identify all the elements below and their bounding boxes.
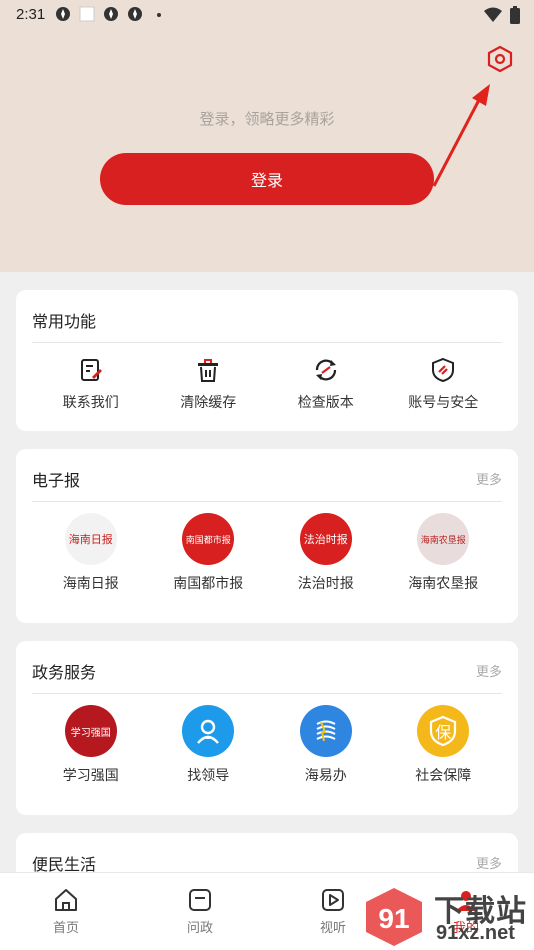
item-label: 清除缓存	[180, 394, 237, 410]
more-link[interactable]: 更多	[476, 661, 502, 680]
item-label: 学习强国	[62, 767, 119, 783]
home-icon	[55, 889, 77, 911]
item-label: 社会保障	[415, 767, 472, 783]
trash-icon	[194, 356, 222, 384]
watermark-logo: 91	[366, 888, 422, 946]
status-app-icon	[128, 7, 143, 21]
item-label: 找领导	[187, 767, 230, 783]
item-label: 海南农垦报	[408, 575, 479, 591]
tab-wenzheng[interactable]: 问政	[170, 887, 230, 936]
status-app-icon	[56, 7, 71, 21]
xuexi-logo: 学习强国	[64, 705, 117, 757]
contact-us-item[interactable]: 联系我们	[32, 356, 150, 412]
inquiry-icon	[189, 889, 211, 911]
epaper-card: 电子报 更多 海南日报 海南日报 南国都市报 南国都市报 法治时报 法治时报 海…	[16, 449, 518, 623]
item-label: 检查版本	[297, 394, 354, 410]
contact-edit-icon	[77, 356, 105, 384]
card-title: 政务服务	[32, 665, 97, 682]
person-icon	[182, 705, 235, 757]
item-label: 账号与安全	[408, 394, 479, 410]
hainan-farm-logo: 海南农垦报	[417, 513, 470, 565]
divider	[32, 693, 502, 694]
check-version-item[interactable]: 检查版本	[267, 356, 385, 412]
clear-cache-item[interactable]: 清除缓存	[150, 356, 268, 412]
tab-label: 首页	[52, 920, 79, 935]
epaper-item[interactable]: 海南日报 海南日报	[32, 513, 150, 593]
battery-icon	[510, 6, 520, 24]
watermark: 91 下载站 91xz.net	[360, 884, 534, 950]
tab-home[interactable]: 首页	[36, 887, 96, 936]
item-label: 南国都市报	[173, 575, 244, 591]
play-icon	[322, 889, 344, 911]
epaper-item[interactable]: 法治时报 法治时报	[267, 513, 385, 593]
card-title: 电子报	[32, 473, 81, 490]
more-link[interactable]: 更多	[476, 853, 502, 872]
gov-services-card: 政务服务 更多 学习强国 学习强国 找领导 海易办 保 社会保障	[16, 641, 518, 815]
divider	[32, 342, 502, 343]
settings-gear-icon[interactable]	[486, 44, 514, 74]
annotation-arrow	[432, 84, 490, 187]
status-bar: 2:31	[0, 0, 534, 28]
watermark-logo-text: 91	[378, 903, 409, 934]
gov-item[interactable]: 找领导	[150, 705, 268, 785]
divider	[32, 501, 502, 502]
status-dot-icon	[157, 13, 162, 17]
tab-label: 视听	[319, 920, 346, 935]
login-button[interactable]: 登录	[100, 153, 434, 205]
gov-item[interactable]: 学习强国 学习强国	[32, 705, 150, 785]
nanguo-metro-logo: 南国都市报	[182, 513, 235, 565]
account-security-item[interactable]: 账号与安全	[385, 356, 503, 412]
tab-shiting[interactable]: 视听	[303, 887, 363, 936]
status-time: 2:31	[16, 5, 46, 23]
epaper-item[interactable]: 南国都市报 南国都市报	[150, 513, 268, 593]
card-title: 常用功能	[32, 314, 97, 331]
status-square-icon	[79, 6, 95, 22]
epaper-item[interactable]: 海南农垦报 海南农垦报	[385, 513, 503, 593]
haiyiban-logo-icon	[299, 705, 352, 757]
more-link[interactable]: 更多	[476, 469, 502, 488]
watermark-url: 91xz.net	[436, 922, 515, 944]
common-functions-card: 常用功能 联系我们 清除缓存 检查版本 账号与安全	[16, 290, 518, 431]
social-security-char: 保	[435, 723, 452, 742]
social-security-logo: 保	[417, 705, 470, 757]
item-label: 法治时报	[297, 575, 354, 591]
legal-times-logo: 法治时报	[299, 513, 352, 565]
hainan-daily-logo: 海南日报	[64, 513, 117, 565]
item-label: 联系我们	[62, 394, 119, 410]
item-label: 海易办	[304, 767, 347, 783]
gov-item[interactable]: 海易办	[267, 705, 385, 785]
status-app-icon	[104, 7, 119, 21]
profile-header: 登录，领略更多精彩 登录	[0, 0, 534, 272]
wifi-icon	[484, 7, 502, 22]
item-label: 海南日报	[62, 575, 119, 591]
shield-icon	[429, 356, 457, 384]
refresh-icon	[312, 356, 340, 384]
gov-item[interactable]: 保 社会保障	[385, 705, 503, 785]
tab-label: 问政	[186, 920, 213, 935]
login-hint: 登录，领略更多精彩	[199, 111, 335, 128]
